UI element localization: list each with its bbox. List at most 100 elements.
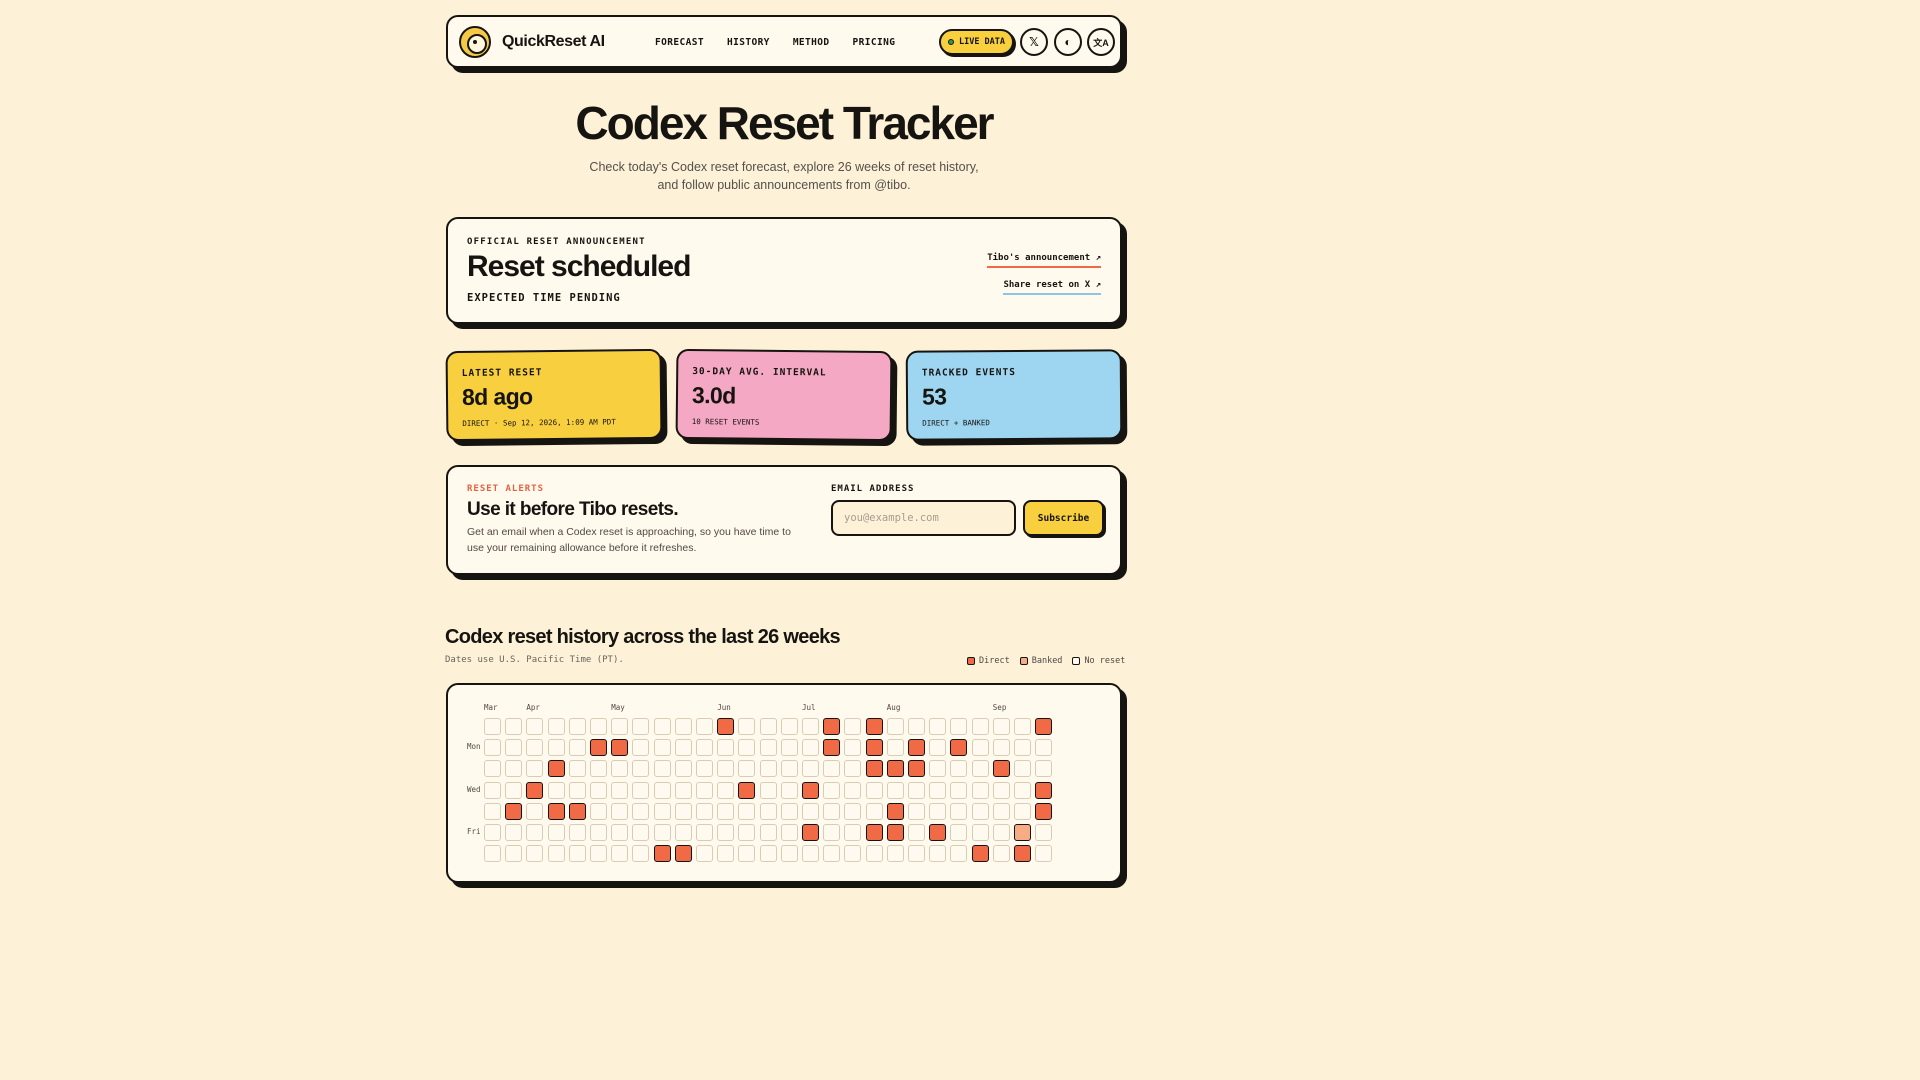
- email-input[interactable]: [831, 500, 1016, 536]
- heatmap-cell-direct[interactable]: [547, 802, 565, 820]
- heatmap-cell-empty[interactable]: [992, 824, 1010, 841]
- heatmap-cell-empty[interactable]: [505, 824, 523, 841]
- heatmap-cell-empty[interactable]: [908, 718, 925, 735]
- heatmap-cell-empty[interactable]: [992, 802, 1010, 820]
- heatmap-cell-direct[interactable]: [547, 760, 565, 778]
- target-arrow-icon[interactable]: [459, 26, 491, 58]
- heatmap-cell-direct[interactable]: [823, 718, 841, 735]
- heatmap-cell-direct[interactable]: [865, 824, 883, 841]
- brand-name[interactable]: QuickReset AI: [502, 33, 605, 51]
- heatmap-cell-empty[interactable]: [950, 845, 968, 863]
- heatmap-cell-empty[interactable]: [780, 739, 798, 757]
- tibo-announcement-link[interactable]: Tibo's announcement ↗: [987, 253, 1101, 268]
- heatmap-cell-empty[interactable]: [844, 760, 862, 778]
- heatmap-cell-empty[interactable]: [674, 718, 692, 735]
- heatmap-cell-empty[interactable]: [611, 824, 629, 841]
- heatmap-cell-empty[interactable]: [505, 760, 523, 778]
- heatmap-cell-empty[interactable]: [1035, 760, 1053, 778]
- heatmap-cell-empty[interactable]: [844, 802, 862, 820]
- heatmap-cell-empty[interactable]: [802, 739, 819, 757]
- heatmap-cell-empty[interactable]: [632, 802, 650, 820]
- heatmap-cell-empty[interactable]: [611, 781, 629, 799]
- heatmap-cell-empty[interactable]: [717, 781, 735, 799]
- heatmap-cell-empty[interactable]: [823, 845, 841, 863]
- heatmap-cell-empty[interactable]: [929, 718, 947, 735]
- heatmap-cell-empty[interactable]: [653, 802, 671, 820]
- heatmap-cell-empty[interactable]: [844, 781, 862, 799]
- heatmap-cell-empty[interactable]: [526, 718, 544, 735]
- heatmap-cell-empty[interactable]: [674, 760, 692, 778]
- heatmap-cell-empty[interactable]: [590, 845, 607, 863]
- heatmap-cell-empty[interactable]: [674, 802, 692, 820]
- heatmap-cell-empty[interactable]: [696, 739, 713, 757]
- heatmap-cell-empty[interactable]: [568, 739, 586, 757]
- nav-link-method[interactable]: METHOD: [793, 37, 830, 48]
- heatmap-cell-empty[interactable]: [717, 824, 735, 841]
- heatmap-cell-empty[interactable]: [802, 802, 819, 820]
- heatmap-cell-empty[interactable]: [526, 802, 544, 820]
- heatmap-cell-empty[interactable]: [950, 760, 968, 778]
- heatmap-cell-empty[interactable]: [738, 802, 756, 820]
- heatmap-cell-empty[interactable]: [802, 845, 819, 863]
- heatmap-cell-empty[interactable]: [908, 824, 925, 841]
- heatmap-cell-empty[interactable]: [653, 824, 671, 841]
- heatmap-cell-empty[interactable]: [992, 718, 1010, 735]
- heatmap-cell-empty[interactable]: [526, 739, 544, 757]
- heatmap-cell-empty[interactable]: [696, 824, 713, 841]
- heatmap-cell-empty[interactable]: [971, 824, 989, 841]
- heatmap-cell-empty[interactable]: [759, 781, 777, 799]
- heatmap-cell-empty[interactable]: [696, 845, 713, 863]
- heatmap-cell-direct[interactable]: [802, 781, 819, 799]
- heatmap-cell-direct[interactable]: [674, 845, 692, 863]
- heatmap-cell-empty[interactable]: [568, 824, 586, 841]
- heatmap-cell-empty[interactable]: [844, 845, 862, 863]
- heatmap-cell-direct[interactable]: [950, 739, 968, 757]
- heatmap-cell-empty[interactable]: [505, 718, 523, 735]
- heatmap-cell-empty[interactable]: [823, 760, 841, 778]
- heatmap-cell-empty[interactable]: [886, 781, 904, 799]
- heatmap-cell-direct[interactable]: [971, 845, 989, 863]
- subscribe-button[interactable]: Subscribe: [1023, 500, 1104, 536]
- heatmap-cell-empty[interactable]: [505, 781, 523, 799]
- heatmap-cell-empty[interactable]: [886, 739, 904, 757]
- heatmap-cell-empty[interactable]: [759, 718, 777, 735]
- heatmap-cell-empty[interactable]: [484, 760, 501, 778]
- heatmap-cell-empty[interactable]: [738, 845, 756, 863]
- heatmap-cell-empty[interactable]: [547, 845, 565, 863]
- heatmap-cell-empty[interactable]: [759, 739, 777, 757]
- nav-link-history[interactable]: HISTORY: [727, 37, 770, 48]
- heatmap-cell-empty[interactable]: [526, 760, 544, 778]
- heatmap-cell-empty[interactable]: [484, 824, 501, 841]
- heatmap-cell-empty[interactable]: [929, 739, 947, 757]
- heatmap-cell-direct[interactable]: [1035, 781, 1053, 799]
- live-data-badge[interactable]: LIVE DATA: [939, 29, 1014, 55]
- heatmap-cell-direct[interactable]: [611, 739, 629, 757]
- heatmap-cell-direct[interactable]: [908, 739, 925, 757]
- heatmap-cell-empty[interactable]: [696, 760, 713, 778]
- heatmap-cell-empty[interactable]: [590, 760, 607, 778]
- heatmap-cell-empty[interactable]: [1014, 781, 1031, 799]
- heatmap-cell-empty[interactable]: [653, 718, 671, 735]
- heatmap-cell-empty[interactable]: [865, 802, 883, 820]
- heatmap-cell-empty[interactable]: [759, 845, 777, 863]
- heatmap-cell-empty[interactable]: [717, 802, 735, 820]
- heatmap-cell-empty[interactable]: [632, 824, 650, 841]
- heatmap-cell-empty[interactable]: [865, 845, 883, 863]
- heatmap-cell-empty[interactable]: [1014, 802, 1031, 820]
- heatmap-cell-empty[interactable]: [971, 718, 989, 735]
- heatmap-cell-empty[interactable]: [971, 802, 989, 820]
- heatmap-cell-empty[interactable]: [780, 760, 798, 778]
- heatmap-cell-direct[interactable]: [526, 781, 544, 799]
- heatmap-cell-empty[interactable]: [653, 760, 671, 778]
- heatmap-cell-empty[interactable]: [738, 718, 756, 735]
- heatmap-cell-empty[interactable]: [632, 739, 650, 757]
- heatmap-cell-empty[interactable]: [590, 781, 607, 799]
- heatmap-cell-empty[interactable]: [674, 739, 692, 757]
- heatmap-cell-direct[interactable]: [590, 739, 607, 757]
- heatmap-cell-empty[interactable]: [950, 781, 968, 799]
- heatmap-cell-empty[interactable]: [823, 802, 841, 820]
- heatmap-cell-empty[interactable]: [780, 781, 798, 799]
- heatmap-cell-direct[interactable]: [717, 718, 735, 735]
- heatmap-cell-empty[interactable]: [632, 718, 650, 735]
- heatmap-cell-empty[interactable]: [632, 760, 650, 778]
